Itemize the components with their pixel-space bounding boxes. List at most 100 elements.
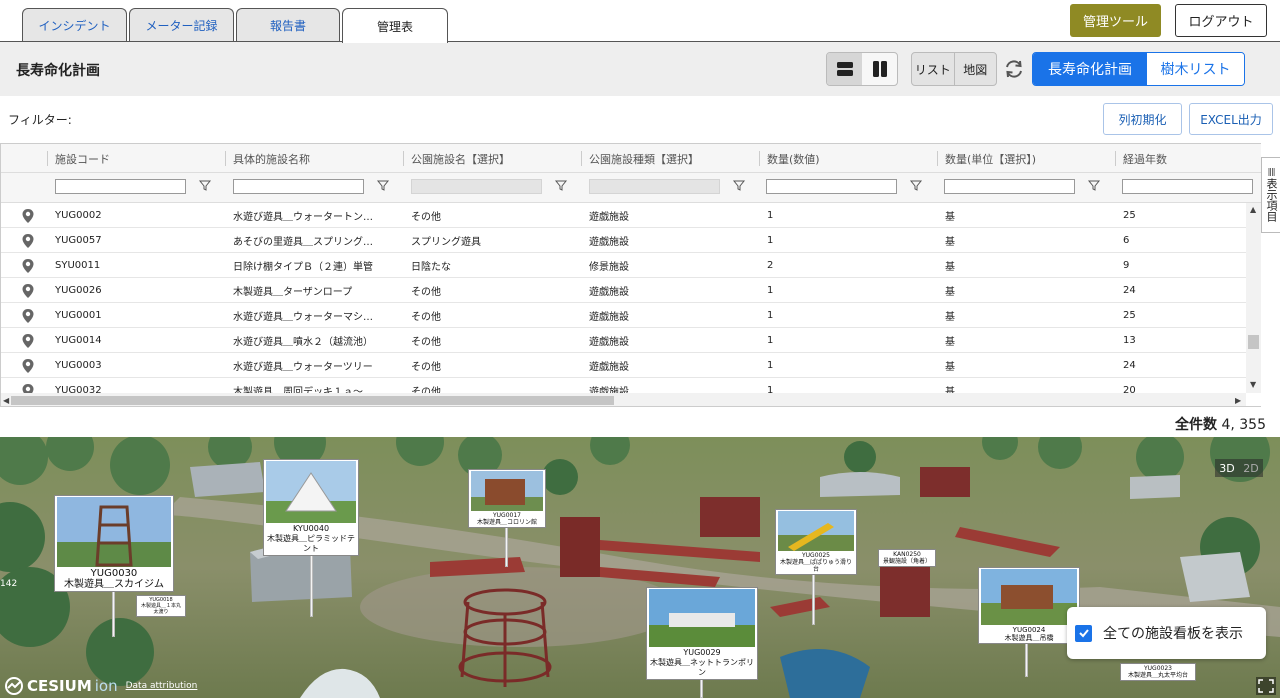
map-pin-icon[interactable] <box>21 333 35 349</box>
cell-facility: その他 <box>411 361 441 373</box>
sign-code: YUG0024 <box>1012 626 1046 634</box>
table-row[interactable]: YUG0001 水遊び遊具＿ウォーターマシ… その他 遊戯施設 1 基 25 <box>1 303 1246 328</box>
filter-input-qty[interactable] <box>766 179 897 194</box>
tab-incident[interactable]: インシデント <box>22 8 127 42</box>
cell-qty: 1 <box>767 334 774 346</box>
table-row[interactable]: YUG0032 木製遊具＿周回デッキ１ａ～… その他 遊戯施設 1 基 20 <box>1 378 1246 393</box>
cell-code: SYU0011 <box>55 259 101 271</box>
map-pin-icon[interactable] <box>21 358 35 374</box>
layout-split-button[interactable] <box>862 53 897 85</box>
facility-sign[interactable]: YUG0025 木製遊具＿ぱぱりゅう滑り台 <box>775 509 857 575</box>
top-bar: インシデント メーター記録 報告書 管理表 管理ツール ログアウト <box>0 0 1280 43</box>
cell-facility: その他 <box>411 286 441 298</box>
column-header[interactable]: 数量(単位【選択】) <box>937 144 1111 173</box>
cesium-wordmark: CESIUM <box>27 677 92 695</box>
funnel-icon[interactable] <box>909 178 923 192</box>
view-list-button[interactable]: リスト <box>912 53 954 85</box>
cell-qty: 1 <box>767 234 774 246</box>
cell-type: 遊戯施設 <box>589 311 629 323</box>
column-header[interactable]: 具体的施設名称 <box>225 144 399 173</box>
cell-years: 9 <box>1123 259 1130 271</box>
mode-longevity-plan-button[interactable]: 長寿命化計画 <box>1033 53 1147 85</box>
table-row[interactable]: YUG0003 水遊び遊具＿ウォーターツリー その他 遊戯施設 1 基 24 <box>1 353 1246 378</box>
display-items-panel[interactable]: |||| 表示項目 <box>1261 157 1280 233</box>
funnel-icon[interactable] <box>1087 178 1101 192</box>
toggle-2d-button[interactable]: 2D <box>1239 459 1263 477</box>
cell-years: 20 <box>1123 384 1136 394</box>
tab-management[interactable]: 管理表 <box>342 8 448 43</box>
vertical-scrollbar[interactable]: ▲ ▼ <box>1246 203 1261 393</box>
map-pin-icon[interactable] <box>21 208 35 224</box>
mode-tree-list-button[interactable]: 樹木リスト <box>1147 53 1244 85</box>
horizontal-scrollbar[interactable]: ◀ ▶ <box>1 393 1246 406</box>
scroll-down-icon[interactable]: ▼ <box>1250 380 1256 389</box>
column-header[interactable]: 数量(数値) <box>759 144 933 173</box>
table-row[interactable]: YUG0026 木製遊具＿ターザンロープ その他 遊戯施設 1 基 24 <box>1 278 1246 303</box>
show-all-signs-checkbox[interactable] <box>1075 624 1092 642</box>
logout-button[interactable]: ログアウト <box>1175 4 1267 37</box>
facility-sign[interactable]: KAN0250 景観施設（角着） <box>878 549 936 567</box>
column-header-label: 具体的施設名称 <box>233 152 310 166</box>
cell-name: あそびの里遊具＿スプリング… <box>233 236 373 248</box>
admin-tool-button[interactable]: 管理ツール <box>1070 4 1161 37</box>
vertical-scroll-thumb[interactable] <box>1248 335 1259 349</box>
sign-name: 木製遊具＿ネットトランポリン <box>650 658 754 677</box>
map-pin-icon[interactable] <box>21 308 35 324</box>
cell-type: 修景施設 <box>589 261 629 273</box>
facility-sign[interactable]: YUG0023 木製遊具＿丸太平均台 <box>1120 663 1196 681</box>
cesium-icon <box>5 677 23 695</box>
cell-type: 遊戯施設 <box>589 386 629 394</box>
column-header[interactable]: 経過年数 <box>1115 144 1255 173</box>
filter-input-name[interactable] <box>233 179 364 194</box>
filter-input-code[interactable] <box>55 179 186 194</box>
column-header-label: 施設コード <box>55 152 110 166</box>
map-pin-icon[interactable] <box>21 233 35 249</box>
map-pin-icon[interactable] <box>21 283 35 299</box>
cell-unit: 基 <box>945 211 955 223</box>
column-header[interactable]: 公園施設名【選択】 <box>403 144 577 173</box>
cell-years: 13 <box>1123 334 1136 346</box>
facility-sign[interactable]: KYU0040 木製遊具＿ピラミッドテント <box>263 459 359 556</box>
table-row[interactable]: SYU0011 日除け棚タイプＢ（２連）単管 日陰たな 修景施設 2 基 9 <box>1 253 1246 278</box>
tab-reports[interactable]: 報告書 <box>236 8 340 42</box>
filter-input-years[interactable] <box>1122 179 1253 194</box>
facility-sign[interactable]: YUG0024 木製遊具＿吊橋 <box>978 567 1080 644</box>
scroll-right-icon[interactable]: ▶ <box>1235 396 1241 405</box>
cell-years: 25 <box>1123 209 1136 221</box>
excel-export-button[interactable]: EXCEL出力 <box>1189 103 1273 135</box>
toggle-3d-button[interactable]: 3D <box>1215 459 1239 477</box>
facility-sign[interactable]: YUG0030 木製遊具＿スカイジム <box>54 495 174 592</box>
column-header[interactable]: 公園施設種類【選択】 <box>581 144 755 173</box>
view-map-button[interactable]: 地図 <box>953 53 997 85</box>
scroll-left-icon[interactable]: ◀ <box>3 396 9 405</box>
total-count: 全件数 4, 355 <box>1175 414 1266 434</box>
map-pin-icon[interactable] <box>21 383 35 393</box>
funnel-icon[interactable] <box>198 178 212 192</box>
horizontal-scroll-thumb[interactable] <box>11 396 614 405</box>
cell-code: YUG0014 <box>55 334 102 346</box>
refresh-icon[interactable] <box>1003 58 1025 80</box>
column-header-label: 経過年数 <box>1123 152 1167 166</box>
funnel-icon[interactable] <box>376 178 390 192</box>
data-attribution-link[interactable]: Data attribution <box>126 681 198 691</box>
filter-input-unit[interactable] <box>944 179 1075 194</box>
sign-photo <box>981 569 1077 625</box>
table-row[interactable]: YUG0057 あそびの里遊具＿スプリング… スプリング遊具 遊戯施設 1 基 6 <box>1 228 1246 253</box>
facility-sign[interactable]: YUG0017 木製遊具＿コロリン館 <box>468 469 546 528</box>
tab-meter-records[interactable]: メーター記録 <box>129 8 234 42</box>
funnel-icon[interactable] <box>732 178 746 192</box>
show-all-signs-control[interactable]: 全ての施設看板を表示 <box>1067 607 1266 659</box>
facility-sign[interactable]: YUG0029 木製遊具＿ネットトランポリン <box>646 587 758 680</box>
funnel-icon[interactable] <box>554 178 568 192</box>
fullscreen-button[interactable] <box>1256 677 1276 695</box>
table-row[interactable]: YUG0014 水遊び遊具＿噴水２（越流池） その他 遊戯施設 1 基 13 <box>1 328 1246 353</box>
reset-columns-button[interactable]: 列初期化 <box>1103 103 1182 135</box>
table-row[interactable]: YUG0002 水遊び遊具＿ウォータートン… その他 遊戯施設 1 基 25 <box>1 203 1246 228</box>
cesium-ion-suffix: ion <box>94 677 118 695</box>
column-header[interactable]: 施設コード <box>47 144 221 173</box>
map-3d-view[interactable]: YUG0030 木製遊具＿スカイジム KYU0040 木製遊具＿ピラミッドテント… <box>0 437 1280 698</box>
layout-stacked-button[interactable] <box>827 53 862 85</box>
facility-sign[interactable]: YUG0018 木製遊具＿１本丸太渡り <box>136 595 186 617</box>
scroll-up-icon[interactable]: ▲ <box>1250 205 1256 214</box>
map-pin-icon[interactable] <box>21 258 35 274</box>
